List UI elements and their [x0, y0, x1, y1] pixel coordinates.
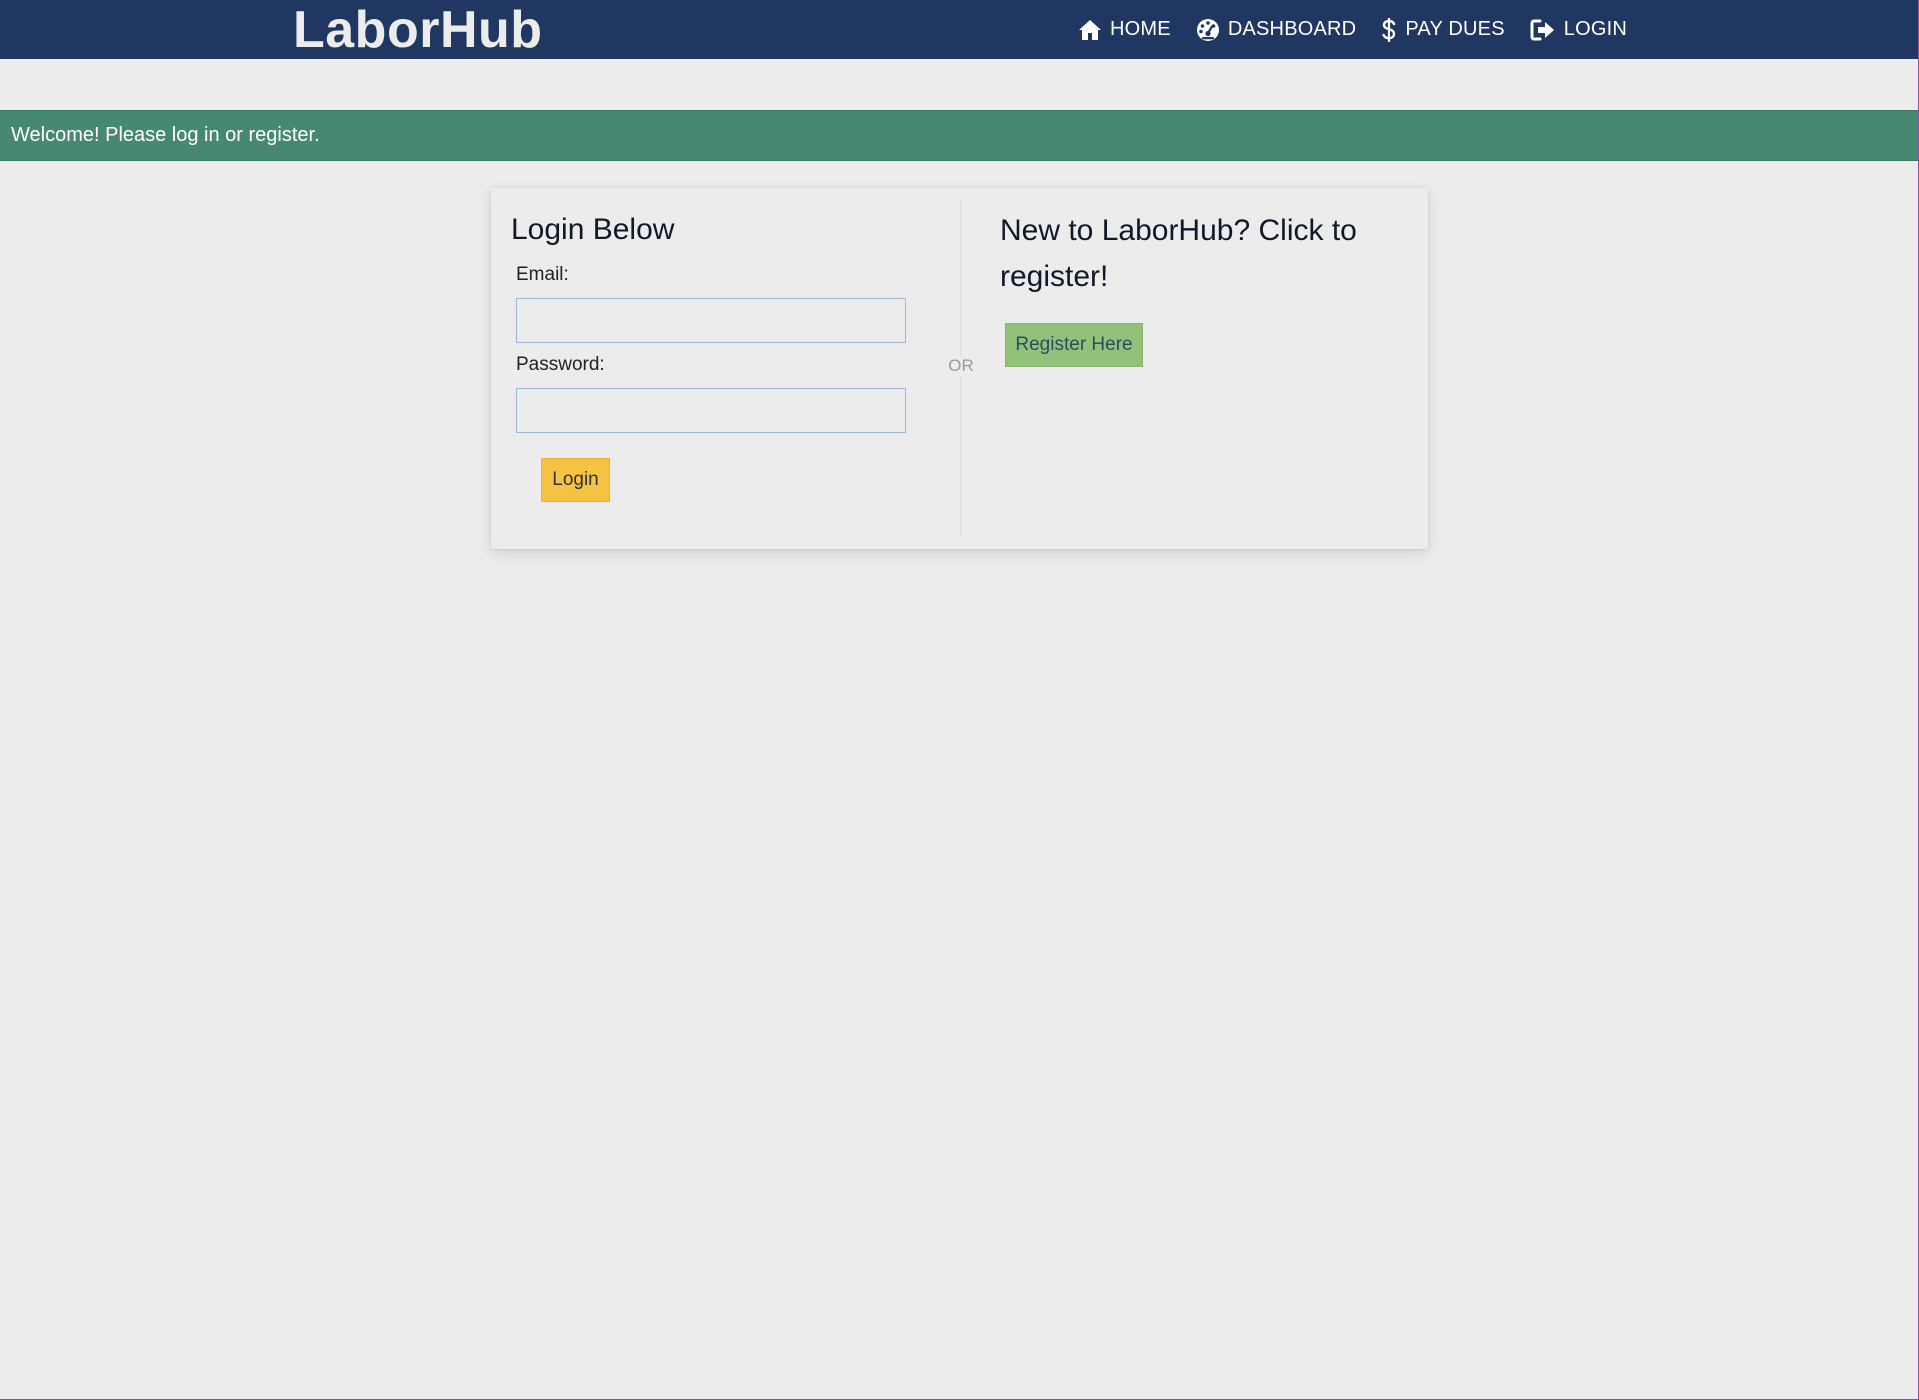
register-column: New to LaborHub? Click to register! Regi… [961, 188, 1428, 549]
nav-dashboard-label: DASHBOARD [1227, 18, 1357, 40]
register-title: New to LaborHub? Click to register! [1000, 214, 1357, 293]
login-icon [1530, 18, 1556, 42]
dashboard-icon [1196, 18, 1220, 42]
nav-dashboard-link[interactable]: DASHBOARD [1196, 18, 1357, 42]
password-field[interactable] [516, 388, 906, 433]
login-button[interactable]: Login [541, 458, 610, 502]
nav-pay-dues-link[interactable]: PAY DUES [1381, 17, 1505, 43]
auth-card: Login Below Email: Password: Login OR Ne… [491, 188, 1428, 549]
nav-home-label: HOME [1110, 18, 1171, 40]
brand-logo-link[interactable]: LaborHub [293, 2, 543, 58]
welcome-flash-message: Welcome! Please log in or register. [0, 110, 1918, 161]
dollar-icon [1381, 17, 1397, 43]
home-icon [1078, 19, 1102, 41]
email-label: Email: [516, 264, 569, 285]
nav-login-label: LOGIN [1563, 18, 1627, 40]
page: LaborHub HOME DASHBOARD PAY DUES LOGIN W… [0, 0, 1919, 1400]
nav-links: HOME DASHBOARD PAY DUES LOGIN [1078, 0, 1627, 59]
email-field[interactable] [516, 298, 906, 343]
nav-home-link[interactable]: HOME [1078, 18, 1171, 41]
top-navbar: LaborHub HOME DASHBOARD PAY DUES LOGIN [0, 0, 1918, 59]
password-label: Password: [516, 354, 605, 375]
login-column: Login Below Email: Password: Login [491, 188, 961, 549]
login-title: Login Below [511, 213, 675, 246]
register-button[interactable]: Register Here [1005, 323, 1143, 367]
nav-pay-dues-label: PAY DUES [1405, 18, 1505, 40]
nav-login-link[interactable]: LOGIN [1530, 18, 1627, 42]
